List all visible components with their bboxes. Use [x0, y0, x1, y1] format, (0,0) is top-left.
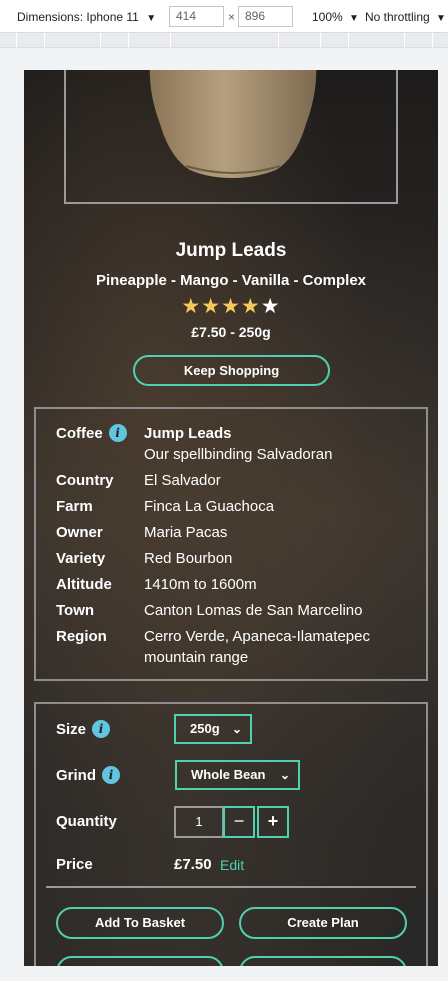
- rating-stars: ★★★★★: [24, 294, 438, 319]
- secondary-button-right[interactable]: [239, 956, 407, 966]
- purchase-panel: Size i 250g ⌄ Grind i Whole Bean ⌄ Quantit…: [34, 702, 428, 966]
- coffee-description: Our spellbinding Salvadoran: [144, 446, 333, 463]
- quantity-decrement-button[interactable]: −: [223, 806, 255, 838]
- dimensions-label: Dimensions: Iphone 11: [17, 10, 139, 24]
- star-empty-icon: ★: [260, 295, 281, 318]
- price-weight: £7.50 - 250g: [191, 324, 271, 340]
- info-key: Coffee: [56, 425, 103, 442]
- star-filled-icon: ★: [181, 295, 202, 318]
- flavour-notes: Pineapple - Mango - Vanilla - Complex: [95, 272, 367, 289]
- add-to-basket-button[interactable]: Add To Basket: [56, 907, 224, 939]
- grind-select[interactable]: Whole Bean ⌄: [175, 760, 300, 790]
- chevron-down-icon: ▼: [349, 13, 359, 24]
- price-value: £7.50: [174, 856, 212, 873]
- chevron-down-icon: ▼: [146, 13, 157, 24]
- zoom-select[interactable]: 100% ▼: [312, 9, 359, 27]
- chevron-down-icon: ⌄: [279, 768, 290, 782]
- times-separator: ×: [228, 10, 236, 24]
- divider: [46, 886, 416, 888]
- coffee-name: Jump Leads: [144, 425, 232, 442]
- keep-shopping-button[interactable]: Keep Shopping: [133, 355, 330, 386]
- size-select[interactable]: 250g ⌄: [174, 714, 252, 744]
- product-image-frame: [64, 70, 398, 204]
- device-height-input[interactable]: 896: [238, 6, 293, 27]
- chevron-down-icon: ▼: [436, 13, 446, 24]
- zoom-label: 100%: [312, 10, 343, 24]
- size-label: Size i: [56, 719, 111, 738]
- coffee-bag-image: [149, 70, 317, 178]
- star-filled-icon: ★: [201, 295, 222, 318]
- grind-value: Whole Bean: [191, 767, 266, 782]
- create-plan-button[interactable]: Create Plan: [239, 907, 407, 939]
- chevron-down-icon: ⌄: [231, 722, 242, 736]
- throttling-label: No throttling: [365, 10, 430, 24]
- media-query-ruler: [0, 33, 448, 48]
- quantity-increment-button[interactable]: +: [257, 806, 289, 838]
- coffee-info-panel: Coffee i Jump Leads Our spellbinding Salva…: [34, 407, 428, 681]
- info-icon[interactable]: i: [92, 719, 111, 738]
- device-dimensions-select[interactable]: Dimensions: Iphone 11 ▼: [17, 9, 156, 27]
- star-filled-icon: ★: [240, 295, 261, 318]
- devtools-toolbar: Dimensions: Iphone 11 ▼ 414 × 896 100% ▼…: [0, 0, 448, 33]
- star-filled-icon: ★: [221, 295, 241, 318]
- size-value: 250g: [190, 721, 220, 736]
- product-name: Jump Leads: [175, 240, 287, 261]
- quantity-label: Quantity: [56, 813, 117, 830]
- device-viewport: Jump Leads Pineapple - Mango - Vanilla -…: [24, 70, 438, 966]
- info-icon[interactable]: i: [108, 423, 127, 442]
- quantity-input[interactable]: 1: [174, 806, 224, 838]
- device-width-input[interactable]: 414: [169, 6, 224, 27]
- price-label: Price: [56, 856, 93, 873]
- throttling-select[interactable]: No throttling ▼: [365, 9, 446, 27]
- secondary-button-left[interactable]: [56, 956, 224, 966]
- grind-label: Grind i: [56, 765, 120, 784]
- edit-price-link[interactable]: Edit: [220, 857, 244, 873]
- info-icon[interactable]: i: [102, 765, 120, 784]
